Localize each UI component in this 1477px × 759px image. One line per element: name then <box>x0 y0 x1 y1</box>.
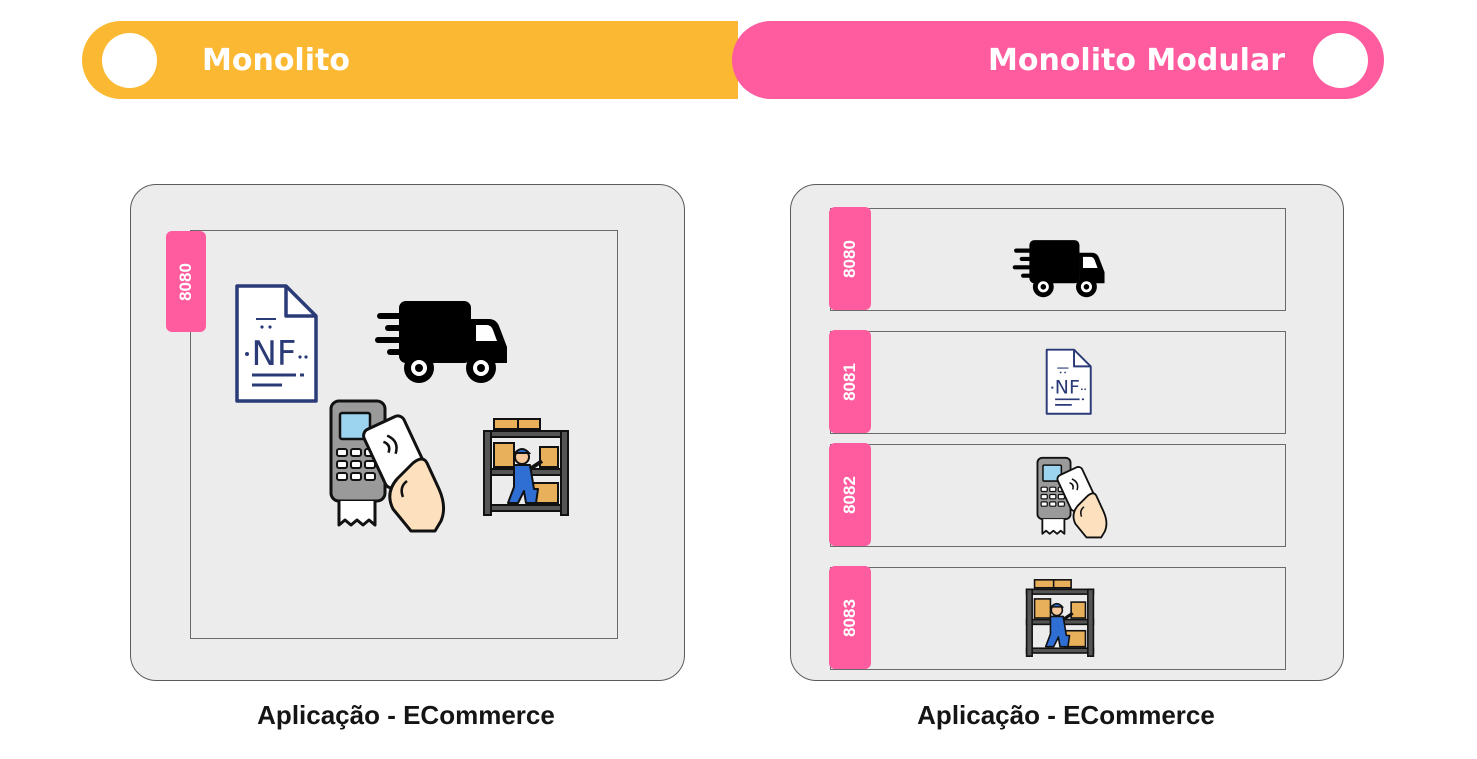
warehouse-worker-icon <box>1025 579 1095 657</box>
port-tag: 8080 <box>829 207 871 310</box>
port-label: 8081 <box>839 362 859 401</box>
modular-monolith-title: Monolito Modular <box>987 42 1285 78</box>
module-row: 8080 <box>829 207 1286 311</box>
monolith-title: Monolito <box>202 42 350 78</box>
card-payment-terminal-icon <box>1036 456 1108 539</box>
card-payment-terminal-icon <box>329 399 446 533</box>
modular-monolith-panel: 8080 8081 NF 8082 8083 <box>790 184 1344 681</box>
port-label: 8083 <box>839 598 859 637</box>
port-label: 8080 <box>175 262 195 301</box>
port-tag: 8080 <box>166 231 206 332</box>
invoice-nf-label: NF <box>252 334 297 374</box>
port-tag: 8083 <box>829 566 871 669</box>
delivery-truck-icon <box>375 301 507 383</box>
delivery-truck-icon <box>1012 240 1105 298</box>
invoice-nf-icon: NF <box>235 284 318 403</box>
port-tag: 8082 <box>829 443 871 546</box>
invoice-nf-label: NF <box>1055 377 1080 399</box>
port-tag: 8081 <box>829 330 871 433</box>
module-row: 8083 <box>829 566 1286 670</box>
module-row: 8081 NF <box>829 330 1286 434</box>
monolith-header-pill: Monolito <box>82 21 738 99</box>
circle-icon <box>102 32 157 88</box>
port-label: 8080 <box>839 239 859 278</box>
warehouse-worker-icon <box>483 418 569 516</box>
module-row: 8082 <box>829 443 1286 547</box>
invoice-nf-icon: NF <box>1045 348 1092 415</box>
modular-monolith-caption: Aplicação - ECommerce <box>917 700 1215 730</box>
port-label: 8082 <box>839 475 859 514</box>
monolith-caption: Aplicação - ECommerce <box>257 700 555 730</box>
circle-icon <box>1313 32 1368 88</box>
modular-monolith-header-pill: Monolito Modular <box>732 21 1384 99</box>
monolith-panel: 8080 NF <box>130 184 685 681</box>
